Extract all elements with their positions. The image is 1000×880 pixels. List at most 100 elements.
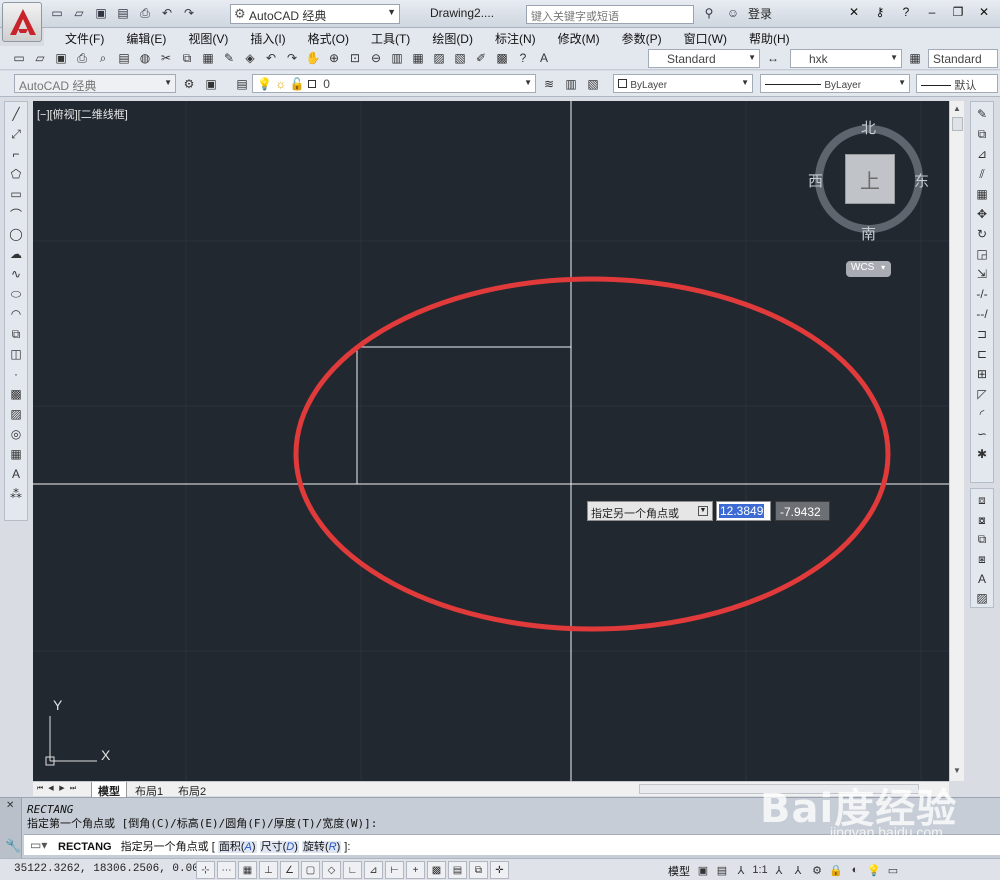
save-icon[interactable]: ▣ [52,49,70,67]
insert-block-icon[interactable]: ⧉ [7,325,25,343]
menu-edit[interactable]: 编辑(E) [115,28,177,46]
blend-curves-icon[interactable]: ∽ [973,425,991,443]
ellipse-icon[interactable]: ⬭ [7,285,25,303]
help-icon[interactable]: ? [514,49,532,67]
binoculars-icon[interactable]: ⚲ [700,4,718,22]
redo-icon[interactable]: ↷ [283,49,301,67]
next-tab-icon[interactable]: ▶ [57,783,67,794]
publish-icon[interactable]: ▤ [115,49,133,67]
drawing-viewport[interactable]: [−][俯视][二维线框] 北 南 东 西 上 WCS ▾ 指定另一个角点或 ▼… [33,101,964,781]
make-block-icon[interactable]: ◫ [7,345,25,363]
search-input[interactable]: 键入关键字或短语 [526,5,694,24]
lineweight-select[interactable]: 默认 [916,74,998,93]
vertical-scrollbar[interactable]: ▲ ▼ [949,101,964,781]
tab-layout1[interactable]: 布局1 [129,782,169,798]
compass-south[interactable]: 南 [861,223,876,244]
options-down-arrow-icon[interactable]: ▼ [698,506,708,516]
first-tab-icon[interactable]: ⏮ [35,783,45,794]
send-under-icon[interactable]: ⧆ [973,551,991,569]
gradient-icon[interactable]: ▨ [7,405,25,423]
markup-icon[interactable]: ✐ [472,49,490,67]
bring-above-icon[interactable]: ⧉ [973,531,991,549]
annotation-scale-icon[interactable]: ⅄ [733,861,749,879]
clean-screen-icon[interactable]: ▭ [885,861,901,879]
selection-cycling-icon[interactable]: ⧉ [469,861,488,879]
rectangle-icon[interactable]: ▭ [7,185,25,203]
model-space-label[interactable]: 模型 [668,863,690,879]
3d-object-snap-icon[interactable]: ◇ [322,861,341,879]
table-style-icon[interactable]: ▦ [906,49,924,67]
wcs-menu-button[interactable]: WCS ▾ [846,261,891,277]
user-icon[interactable]: ☺ [724,4,742,22]
layer-properties-icon[interactable]: ▤ [233,75,251,93]
hatch-to-back-icon[interactable]: ▨ [973,590,991,608]
object-snap-tracking-icon[interactable]: ∟ [343,861,362,879]
transparency-icon[interactable]: ▩ [427,861,446,879]
annotation-monitor-icon[interactable]: ✛ [490,861,509,879]
text-style-select[interactable]: Standard ▼ [648,49,760,68]
ortho-mode-icon[interactable]: ⊥ [259,861,278,879]
menu-modify[interactable]: 修改(M) [547,28,611,46]
command-menu-icon[interactable]: ▭▾ [30,838,47,852]
dim-style-icon[interactable]: ↔ [764,49,782,67]
table-icon[interactable]: ▦ [7,445,25,463]
menu-window[interactable]: 窗口(W) [673,28,738,46]
auto-scale-icon[interactable]: ⅄ [790,861,806,879]
text-style-icon[interactable]: A [535,49,553,67]
menu-dimension[interactable]: 标注(N) [484,28,547,46]
infer-constraints-icon[interactable]: ⊹ [196,861,215,879]
layer-previous-icon[interactable]: ▥ [562,75,580,93]
menu-tools[interactable]: 工具(T) [360,28,421,46]
menu-draw[interactable]: 绘图(D) [421,28,484,46]
scrollbar-thumb[interactable] [952,117,963,131]
scroll-down-icon[interactable]: ▼ [953,766,961,775]
explode-icon[interactable]: ✱ [973,445,991,463]
polygon-icon[interactable]: ⬠ [7,165,25,183]
design-center-icon[interactable]: ▦ [409,49,427,67]
scale-icon[interactable]: ◲ [973,245,991,263]
region-icon[interactable]: ◎ [7,425,25,443]
table-style-select[interactable]: Standard [928,49,998,68]
match-properties-icon[interactable]: ✎ [220,49,238,67]
menu-help[interactable]: 帮助(H) [738,28,801,46]
prev-tab-icon[interactable]: ◀ [46,783,56,794]
ellipse-arc-icon[interactable]: ◠ [7,305,25,323]
3d-dwf-icon[interactable]: ◍ [136,49,154,67]
plot-preview-icon[interactable]: ⌕ [94,49,112,67]
dim-style-select[interactable]: hxk ▼ [790,49,902,68]
dynamic-ucs-icon[interactable]: ⊿ [364,861,383,879]
restore-button[interactable]: ❐ [946,2,970,22]
help-icon[interactable]: ? [894,2,918,22]
menu-format[interactable]: 格式(O) [297,28,360,46]
close-icon[interactable]: ✕ [6,800,14,811]
quick-view-drawings-icon[interactable]: ▤ [714,861,730,879]
workspace-settings-icon[interactable]: ⚙ [180,75,198,93]
isolate-objects-icon[interactable]: 💡 [866,861,882,879]
copy-icon[interactable]: ⧉ [178,49,196,67]
application-menu-button[interactable] [2,2,42,42]
zoom-previous-icon[interactable]: ⊖ [367,49,385,67]
undo-icon[interactable]: ↶ [262,49,280,67]
properties-icon[interactable]: ▥ [388,49,406,67]
make-current-layer-icon[interactable]: ≋ [540,75,558,93]
plot-icon[interactable]: ⎙ [73,49,91,67]
option-area[interactable]: 面积(A) [217,841,257,853]
login-link[interactable]: 登录 [748,5,772,22]
save-icon[interactable]: ▣ [92,4,110,22]
minimize-button[interactable]: – [920,2,944,22]
copy-object-icon[interactable]: ⧉ [973,125,991,143]
compass-east[interactable]: 东 [914,170,929,191]
point-icon[interactable]: · [7,365,25,383]
viewport-controls-label[interactable]: [−][俯视][二维线框] [37,106,128,122]
workspace-save-icon[interactable]: ▣ [202,75,220,93]
option-dimensions[interactable]: 尺寸(D) [259,841,299,853]
fillet-icon[interactable]: ◜ [973,405,991,423]
new-icon[interactable]: ▭ [10,49,28,67]
redo-icon[interactable]: ↷ [180,4,198,22]
zoom-window-icon[interactable]: ⊡ [346,49,364,67]
add-selected-icon[interactable]: ⁂ [7,485,25,503]
stretch-icon[interactable]: ⇲ [973,265,991,283]
extend-icon[interactable]: --/ [973,305,991,323]
line-icon[interactable]: ╱ [7,105,25,123]
offset-icon[interactable]: ⫽ [973,165,991,183]
